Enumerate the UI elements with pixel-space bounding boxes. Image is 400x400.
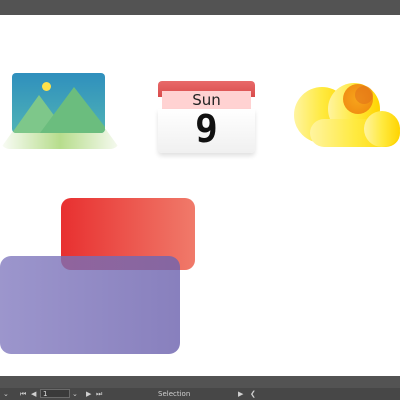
weather-cloud-sun-icon[interactable]: [292, 75, 400, 151]
current-tool-label: Selection: [158, 390, 191, 398]
top-toolbar: [0, 0, 400, 15]
calendar-day-number: 9: [158, 109, 255, 153]
artboard[interactable]: Sun 9: [0, 15, 400, 376]
purple-rectangle-shape[interactable]: [0, 256, 180, 354]
first-page-icon[interactable]: ⏮: [20, 389, 26, 399]
page-number-field[interactable]: 1: [40, 389, 70, 398]
last-page-icon[interactable]: ⏭: [96, 389, 102, 399]
image-frame: [12, 73, 105, 133]
next-page-icon[interactable]: ▶: [86, 389, 91, 399]
image-icon[interactable]: [0, 73, 125, 163]
status-bar: ⌄ ⏮ ◀ 1 ⌄ ▶ ⏭ Selection ▶ ❮: [0, 388, 400, 400]
prev-page-icon[interactable]: ◀: [31, 389, 36, 399]
calendar-icon[interactable]: Sun 9: [158, 81, 255, 153]
page-dropdown-icon[interactable]: ⌄: [72, 389, 78, 399]
bottom-bar: ⌄ ⏮ ◀ 1 ⌄ ▶ ⏭ Selection ▶ ❮: [0, 376, 400, 400]
mountains-icon: [12, 87, 105, 133]
zoom-dropdown-icon[interactable]: ⌄: [3, 389, 9, 399]
collapse-icon[interactable]: ❮: [250, 389, 256, 399]
play-icon[interactable]: ▶: [238, 389, 243, 399]
